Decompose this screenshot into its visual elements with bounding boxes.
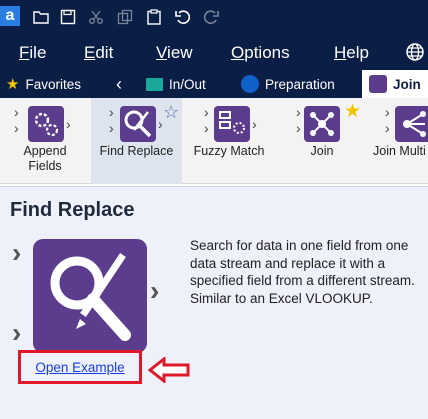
tool-detail-panel: Find Replace › › › Search for data in on… [0, 186, 428, 419]
tool-label: Fields [28, 159, 62, 173]
circle-icon [241, 75, 259, 93]
open-example-link[interactable]: Open Example [35, 360, 124, 375]
join-icon [304, 106, 340, 142]
input-chevron-icon: › [109, 120, 114, 136]
tabs-scroll-left-button[interactable]: ‹ [116, 70, 136, 98]
menu-bar: File Edit View Options Help [0, 34, 428, 70]
tool-description: Search for data in one field from one da… [190, 238, 415, 306]
globe-icon[interactable] [405, 42, 425, 62]
redo-icon [200, 6, 222, 28]
join-multiple-icon [395, 106, 428, 142]
undo-icon[interactable] [172, 6, 194, 28]
output-chevron-icon: › [150, 275, 160, 306]
tab-join[interactable]: Join [362, 70, 428, 98]
save-icon[interactable] [57, 6, 79, 28]
output-chevron-icon: › [158, 116, 163, 132]
title-bar: a [0, 0, 428, 34]
input-chevron-icon: › [12, 237, 22, 268]
tab-preparation[interactable]: Preparation [241, 70, 359, 98]
tool-label: Find Replace [99, 144, 174, 158]
menu-help[interactable]: Help [334, 43, 369, 63]
input-chevron-icon: › [14, 104, 19, 120]
input-chevron-icon: › [385, 104, 390, 120]
folder-icon [146, 77, 163, 91]
purple-square-icon [369, 75, 387, 93]
paste-icon[interactable] [143, 6, 165, 28]
menu-file[interactable]: File [19, 43, 46, 63]
red-arrow-annotation-icon [148, 357, 190, 383]
favorite-star-icon[interactable]: ★ [344, 100, 361, 123]
menu-view[interactable]: View [156, 43, 193, 63]
input-chevron-icon: › [109, 104, 114, 120]
input-chevron-icon: › [12, 317, 22, 348]
find-replace-large-icon [33, 239, 147, 353]
output-chevron-icon: › [66, 116, 71, 132]
tool-fuzzy-match[interactable]: › › › Fuzzy Match [188, 98, 270, 184]
tool-join[interactable]: › › ★ Join [284, 98, 361, 184]
menu-options[interactable]: Options [231, 43, 290, 63]
input-chevron-icon: › [296, 120, 301, 136]
input-chevron-icon: › [204, 120, 209, 136]
append-fields-icon [28, 106, 64, 142]
new-folder-icon[interactable] [30, 6, 52, 28]
tab-favorites[interactable]: ★ Favorites [6, 70, 114, 98]
copy-icon [114, 6, 136, 28]
tool-palette: › › › Append Fields › › › ☆ Find Replace… [0, 98, 428, 184]
tool-label: Join Multi [373, 144, 426, 158]
tool-label: Append [23, 144, 67, 158]
input-chevron-icon: › [204, 104, 209, 120]
open-example-highlight: Open Example [18, 350, 142, 384]
tool-append-fields[interactable]: › › › Append Fields [10, 98, 80, 184]
tool-join-multiple[interactable]: › › Join Multi [370, 98, 428, 184]
menu-edit[interactable]: Edit [84, 43, 113, 63]
panel-title: Find Replace [10, 199, 135, 221]
fuzzy-match-icon [214, 106, 250, 142]
tool-palette-tabs: ★ Favorites ‹ In/Out Preparation Join [0, 70, 428, 98]
tab-in-out[interactable]: In/Out [146, 70, 236, 98]
tool-label: Fuzzy Match [193, 144, 265, 158]
tool-label: Join [310, 144, 334, 158]
favorite-star-outline-icon[interactable]: ☆ [163, 102, 179, 123]
input-chevron-icon: › [385, 120, 390, 136]
input-chevron-icon: › [296, 104, 301, 120]
input-chevron-icon: › [14, 120, 19, 136]
cut-icon [85, 6, 107, 28]
output-chevron-icon: › [252, 116, 257, 132]
chevron-left-icon: ‹ [116, 73, 122, 94]
tool-find-replace[interactable]: › › › ☆ Find Replace [91, 98, 182, 184]
app-logo: a [0, 6, 20, 26]
star-icon: ★ [6, 76, 20, 93]
find-replace-icon [120, 106, 156, 142]
